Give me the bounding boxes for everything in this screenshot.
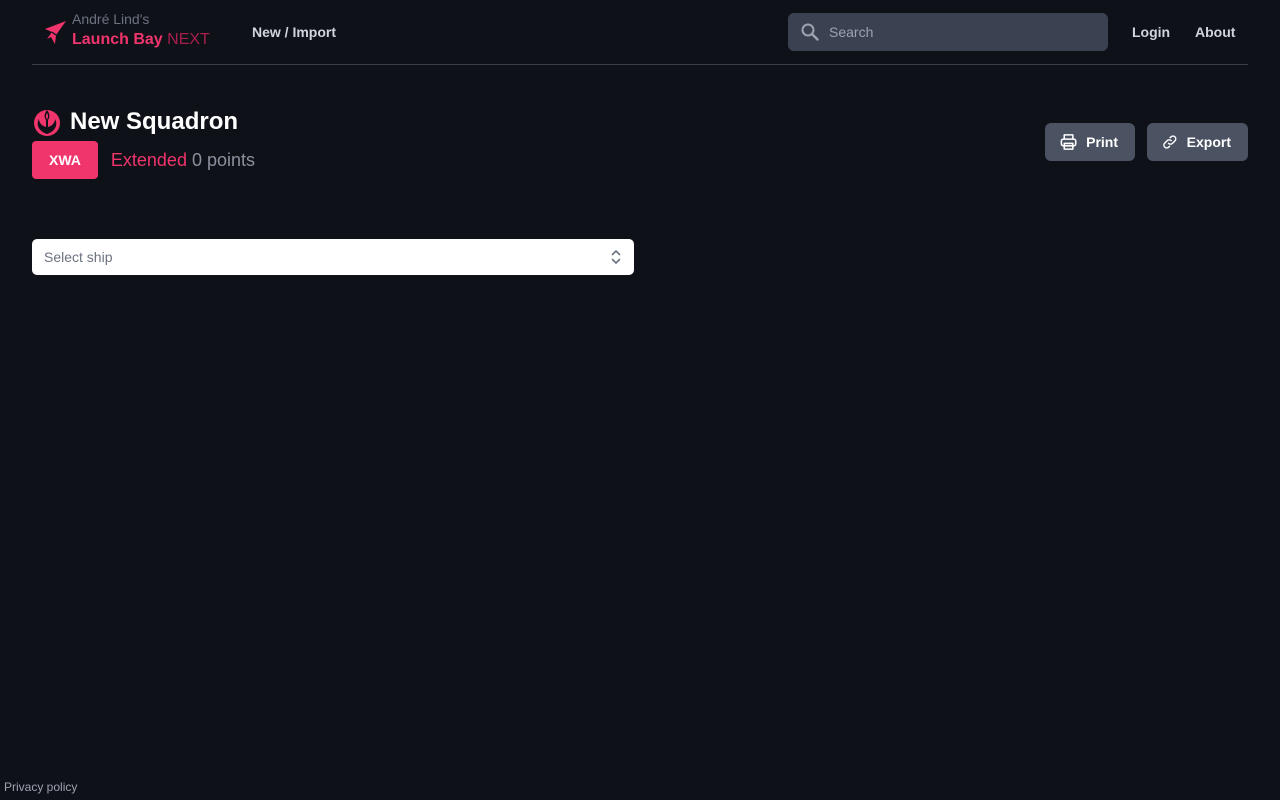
brand-name: Launch Bay: [72, 31, 163, 48]
search-icon: [801, 23, 819, 41]
chevron-up-down-icon: [611, 250, 621, 264]
brand-subtitle: André Lind's: [72, 11, 150, 27]
brand-suffix: NEXT: [167, 31, 210, 48]
page-title[interactable]: New Squadron: [70, 106, 238, 138]
starfighter-logo-icon: [45, 21, 66, 44]
rebel-alliance-icon: [34, 110, 60, 136]
format-badge[interactable]: XWA: [32, 141, 98, 179]
printer-icon: [1060, 134, 1077, 150]
nav-login-link[interactable]: Login: [1132, 22, 1170, 42]
search-input[interactable]: [820, 13, 1108, 51]
page: André Lind's Launch Bay NEXT New / Impor…: [0, 0, 1280, 800]
ship-select[interactable]: Select ship: [32, 239, 634, 275]
ship-select-value: Select ship: [44, 249, 113, 265]
nav-about-link[interactable]: About: [1195, 22, 1235, 42]
print-button[interactable]: Print: [1045, 123, 1135, 161]
brand-title: Launch Bay NEXT: [72, 28, 210, 52]
export-button-label: Export: [1186, 134, 1231, 150]
squadron-title-row: New Squadron: [32, 106, 238, 138]
search-box[interactable]: [788, 13, 1108, 51]
format-label: Extended: [110, 149, 187, 170]
points-label: 0 points: [191, 149, 255, 170]
nav-new-import-link[interactable]: New / Import: [252, 22, 336, 42]
brand-home-link[interactable]: André Lind's Launch Bay NEXT: [42, 10, 210, 52]
export-button[interactable]: Export: [1147, 123, 1248, 161]
link-icon: [1163, 135, 1177, 149]
print-button-label: Print: [1086, 134, 1118, 150]
brand-text: André Lind's Launch Bay NEXT: [72, 10, 210, 52]
top-navbar: André Lind's Launch Bay NEXT New / Impor…: [32, 0, 1248, 65]
privacy-policy-link[interactable]: Privacy policy: [4, 780, 77, 794]
squadron-meta-row: XWA Extended 0 points: [32, 141, 255, 179]
